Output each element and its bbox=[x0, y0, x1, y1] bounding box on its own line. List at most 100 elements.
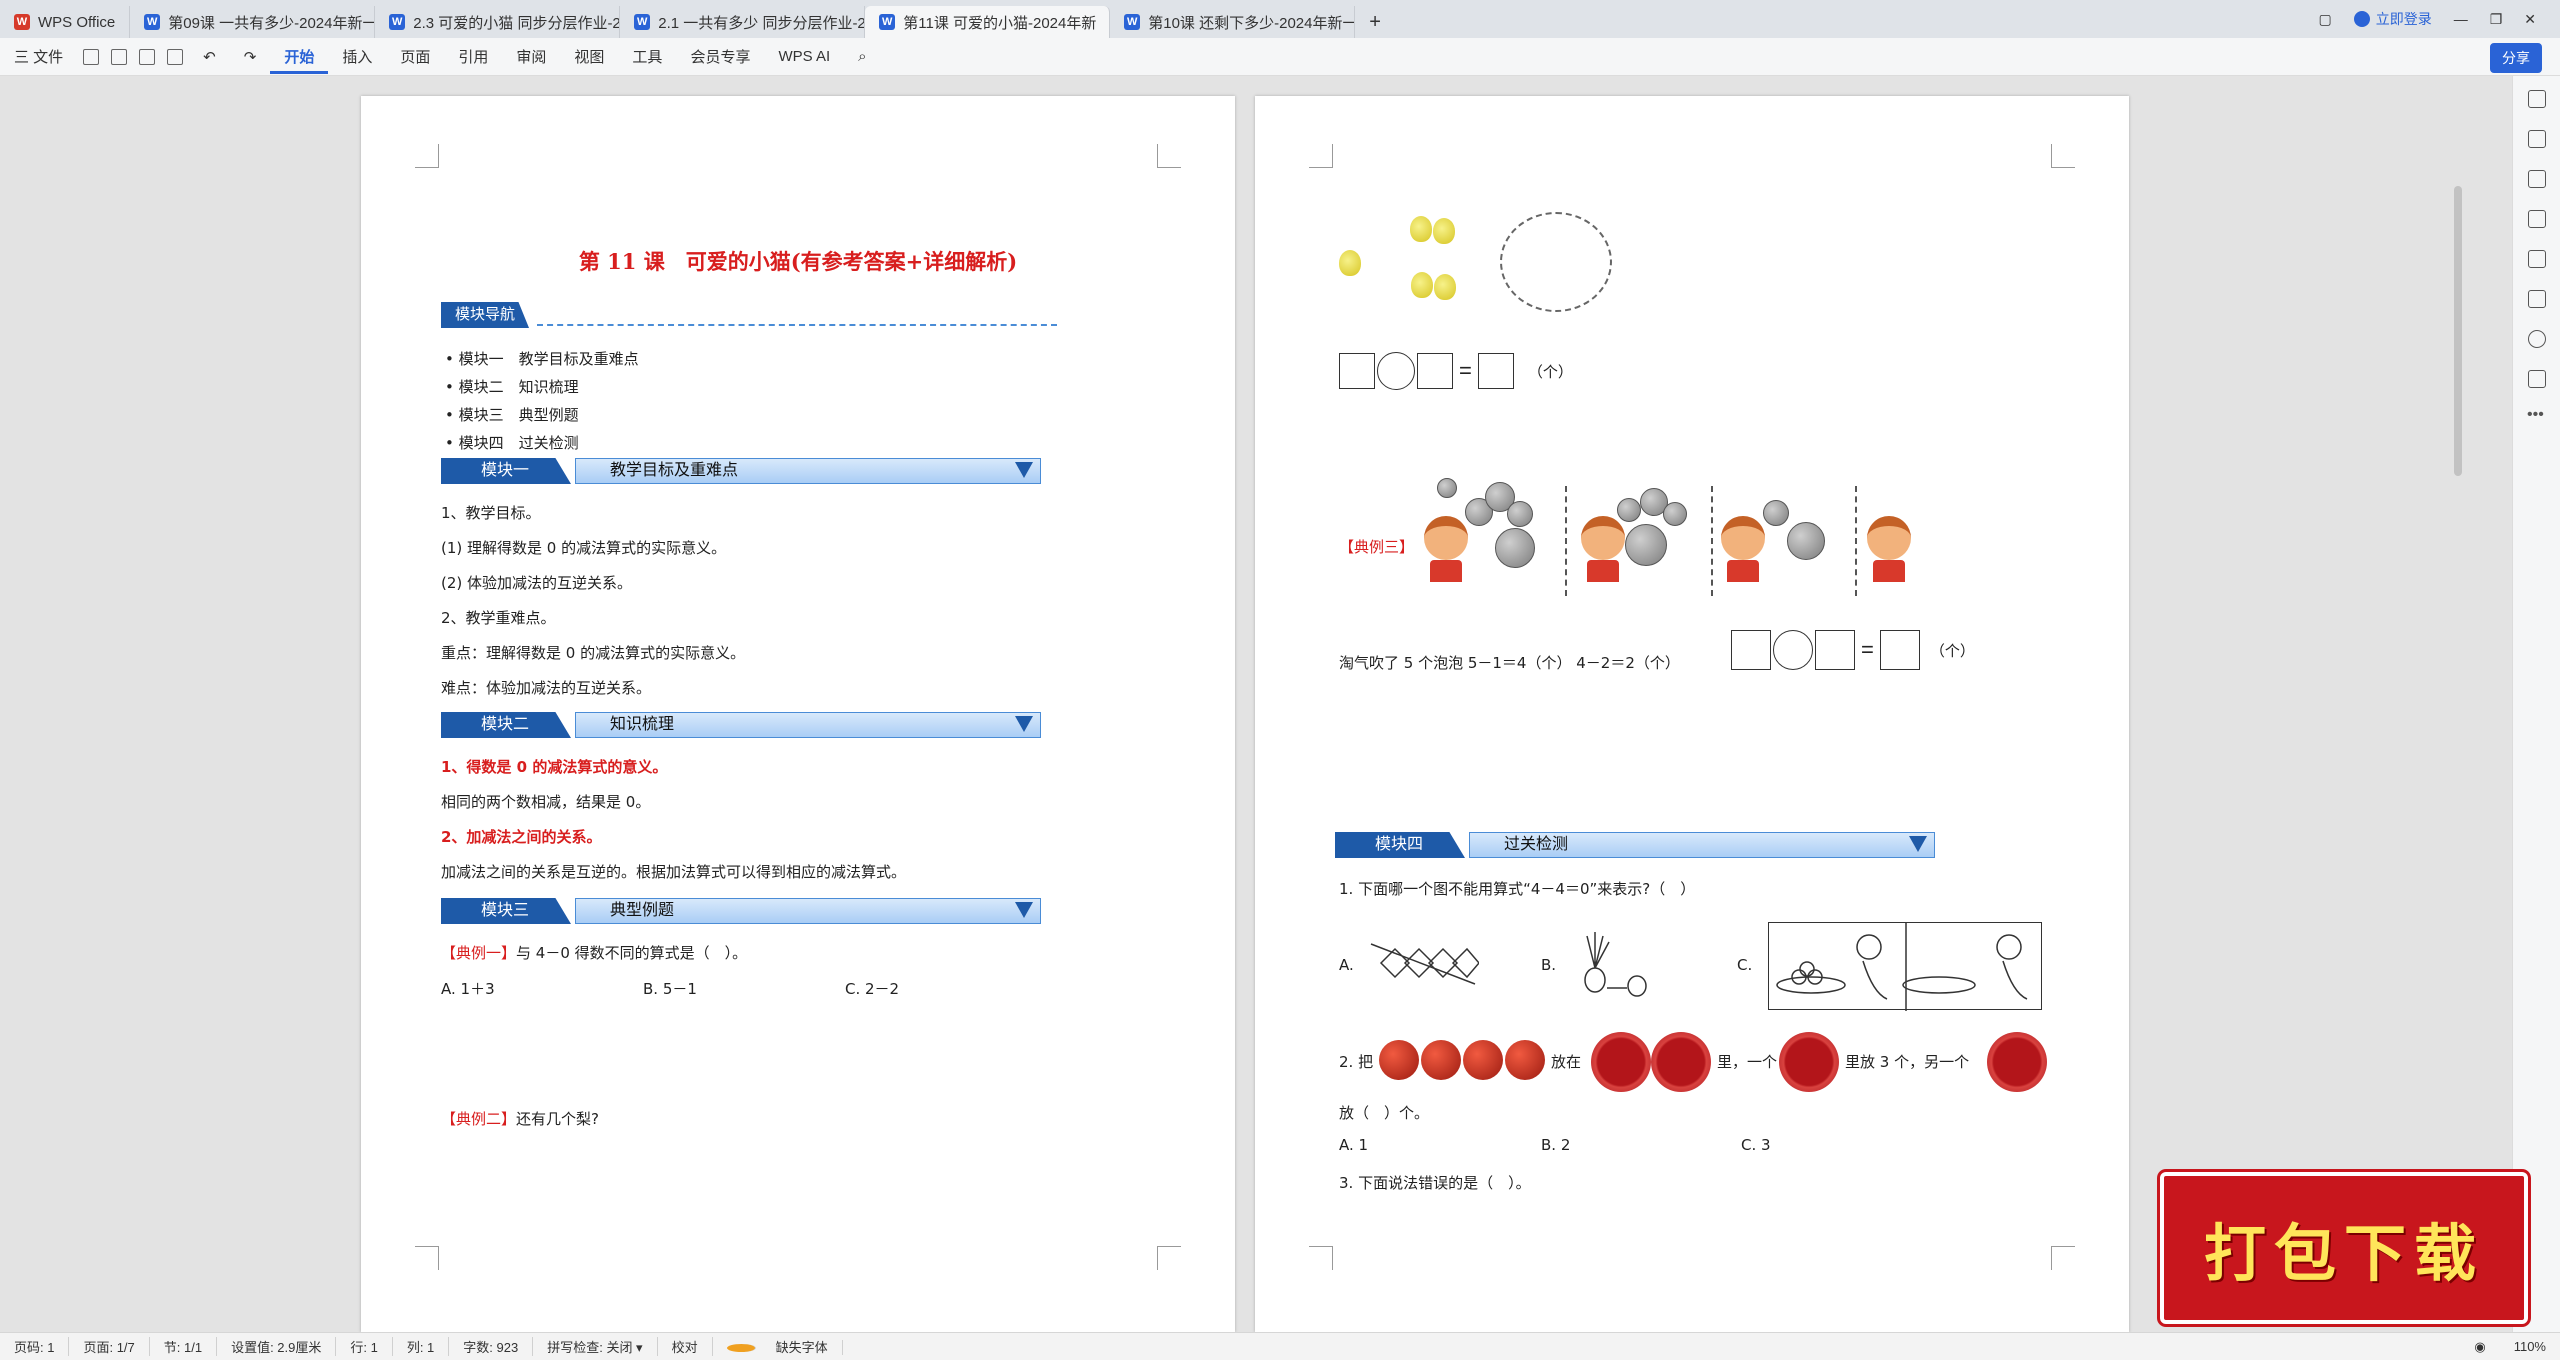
spell-check-toggle[interactable]: 拼写检查: 关闭 ▾ bbox=[533, 1337, 658, 1356]
crop-mark bbox=[1157, 144, 1181, 168]
tab-home[interactable]: 开始 bbox=[270, 46, 329, 74]
tab-tools[interactable]: 工具 bbox=[618, 46, 676, 67]
example-tag: 【典例二】 bbox=[441, 1110, 517, 1128]
option: B. 2 bbox=[1541, 1136, 1571, 1154]
close-window-icon[interactable]: ✕ bbox=[2524, 11, 2536, 28]
answer-box bbox=[1339, 353, 1375, 389]
example-1: 【典例一】与 4－0 得数不同的算式是（ ）。 bbox=[441, 942, 747, 963]
pear-image bbox=[1411, 272, 1433, 298]
settings-icon[interactable] bbox=[2528, 210, 2546, 228]
module-name: 过关检测 bbox=[1469, 832, 1935, 858]
tab-doc-10[interactable]: W 第10课 还剩下多少-2024年新一年级 bbox=[1110, 6, 1356, 38]
apple-image bbox=[1505, 1040, 1545, 1080]
tab-review[interactable]: 审阅 bbox=[502, 46, 560, 67]
redo-icon[interactable]: ↷ bbox=[230, 48, 271, 66]
select-icon[interactable] bbox=[2528, 170, 2546, 188]
bubble bbox=[1663, 502, 1687, 526]
tab-label: 第09课 一共有多少-2024年新一年级 bbox=[168, 14, 376, 32]
tab-doc-09[interactable]: W 第09课 一共有多少-2024年新一年级 bbox=[130, 6, 376, 38]
file-menu[interactable]: 三 文件 bbox=[0, 46, 77, 67]
option: C. 2－2 bbox=[845, 980, 900, 998]
search-icon[interactable]: ⌕ bbox=[844, 48, 880, 65]
minimize-icon[interactable]: — bbox=[2454, 11, 2468, 27]
tab-view[interactable]: 视图 bbox=[560, 46, 618, 67]
tab-label: 第10课 还剩下多少-2024年新一年级 bbox=[1148, 14, 1356, 32]
nav-item: • 模块一 教学目标及重难点 bbox=[445, 350, 639, 368]
crop-mark bbox=[2051, 144, 2075, 168]
option-label: C. bbox=[1737, 956, 1753, 974]
vases-image bbox=[1567, 922, 1657, 1002]
restore-icon[interactable]: ❐ bbox=[2490, 11, 2503, 28]
zoom-level[interactable]: 110% bbox=[2500, 1339, 2560, 1354]
translate-icon[interactable] bbox=[2528, 250, 2546, 268]
question-2-text: 里放 3 个，另一个 bbox=[1845, 1053, 1970, 1071]
boy-image bbox=[1717, 516, 1769, 586]
apple-image bbox=[1379, 1040, 1419, 1080]
bubble bbox=[1763, 500, 1789, 526]
operator-circle bbox=[1377, 352, 1415, 390]
example-tag: 【典例三】 bbox=[1339, 538, 1415, 556]
unit-label: （个） bbox=[1929, 641, 1975, 660]
divider-dashed bbox=[1565, 486, 1567, 596]
preview-icon[interactable] bbox=[167, 48, 184, 65]
nav-divider bbox=[537, 324, 1057, 326]
wps-logo-icon: W bbox=[14, 14, 30, 30]
status-pages[interactable]: 页面: 1/7 bbox=[69, 1337, 150, 1356]
collapse-icon[interactable] bbox=[2528, 90, 2546, 108]
export-pdf-icon[interactable] bbox=[111, 48, 128, 65]
new-tab-button[interactable]: + bbox=[1355, 6, 1395, 38]
pen-icon[interactable] bbox=[2528, 130, 2546, 148]
module-number: 模块二 bbox=[441, 712, 571, 738]
option: B. 5－1 bbox=[643, 980, 697, 998]
login-button[interactable]: 立即登录 bbox=[2353, 9, 2432, 29]
tab-insert[interactable]: 插入 bbox=[328, 46, 386, 67]
crop-mark bbox=[1157, 1246, 1181, 1270]
option-label: A. bbox=[1339, 956, 1354, 974]
tab-doc-11-active[interactable]: W第11课 可爱的小猫-2024年新✕ bbox=[865, 6, 1111, 38]
more-icon[interactable]: ••• bbox=[2527, 406, 2544, 424]
tab-wps-office[interactable]: W WPS Office bbox=[0, 6, 131, 38]
equation-boxes: = （个） bbox=[1339, 352, 1573, 390]
share-button[interactable]: 分享 bbox=[2490, 43, 2542, 73]
vertical-scrollbar[interactable] bbox=[2454, 186, 2462, 476]
document-workarea: 第 11 课 可爱的小猫(有参考答案+详细解析) 模块导航 • 模块一 教学目标… bbox=[0, 76, 2512, 1332]
module-bar-2: 模块二 知识梳理 bbox=[441, 712, 1041, 738]
apple-image bbox=[1421, 1040, 1461, 1080]
tab-doc-2-1[interactable]: W 2.1 一共有多少 同步分层作业-2024 bbox=[620, 6, 866, 38]
apple-image bbox=[1463, 1040, 1503, 1080]
tab-reference[interactable]: 引用 bbox=[444, 46, 502, 67]
proof-button[interactable]: 校对 bbox=[658, 1337, 713, 1356]
help-icon[interactable] bbox=[2528, 330, 2546, 348]
download-banner-label: 打包下载 bbox=[2203, 1217, 2484, 1290]
tools-icon[interactable] bbox=[2528, 290, 2546, 308]
question-2-suffix: 放（ ）个。 bbox=[1339, 1104, 1430, 1122]
heading-red: 1、得数是 0 的减法算式的意义。 bbox=[441, 758, 668, 776]
shirt-icon[interactable] bbox=[2528, 370, 2546, 388]
save-icon[interactable] bbox=[83, 48, 100, 65]
print-icon[interactable] bbox=[139, 48, 156, 65]
status-words[interactable]: 字数: 923 bbox=[449, 1337, 534, 1356]
plate-image bbox=[1591, 1032, 1651, 1092]
bubble bbox=[1507, 501, 1533, 527]
equals-sign: = bbox=[1459, 358, 1472, 383]
eye-icon[interactable]: ◉ bbox=[2460, 1339, 2499, 1355]
tab-label: 2.1 一共有多少 同步分层作业-2024 bbox=[658, 14, 866, 32]
undo-icon[interactable]: ↶ bbox=[189, 48, 230, 66]
pear-image bbox=[1410, 216, 1432, 242]
tab-page[interactable]: 页面 bbox=[386, 46, 444, 67]
ribbon-toolbar: 三 文件 ↶ ↷ 开始 插入 页面 引用 审阅 视图 工具 会员专享 WPS A… bbox=[0, 38, 2560, 76]
heading-red: 2、加减法之间的关系。 bbox=[441, 828, 602, 846]
download-banner[interactable]: 打包下载 bbox=[2160, 1172, 2528, 1324]
equation-boxes: = （个） bbox=[1731, 630, 1975, 670]
module-name: 教学目标及重难点 bbox=[575, 458, 1041, 484]
wps-ai-button[interactable]: WPS AI bbox=[764, 48, 844, 65]
option: C. 3 bbox=[1741, 1136, 1771, 1154]
tab-member[interactable]: 会员专享 bbox=[676, 46, 764, 67]
tab-doc-2-3[interactable]: W 2.3 可爱的小猫 同步分层作业-2024 bbox=[375, 6, 621, 38]
layout-icon[interactable]: ▢ bbox=[2318, 11, 2331, 28]
font-missing-button[interactable]: 缺失字体 bbox=[713, 1337, 857, 1356]
crop-mark bbox=[415, 1246, 439, 1270]
module-name: 典型例题 bbox=[575, 898, 1041, 924]
text-line: 相同的两个数相减，结果是 0。 bbox=[441, 793, 651, 811]
bubble bbox=[1437, 478, 1457, 498]
